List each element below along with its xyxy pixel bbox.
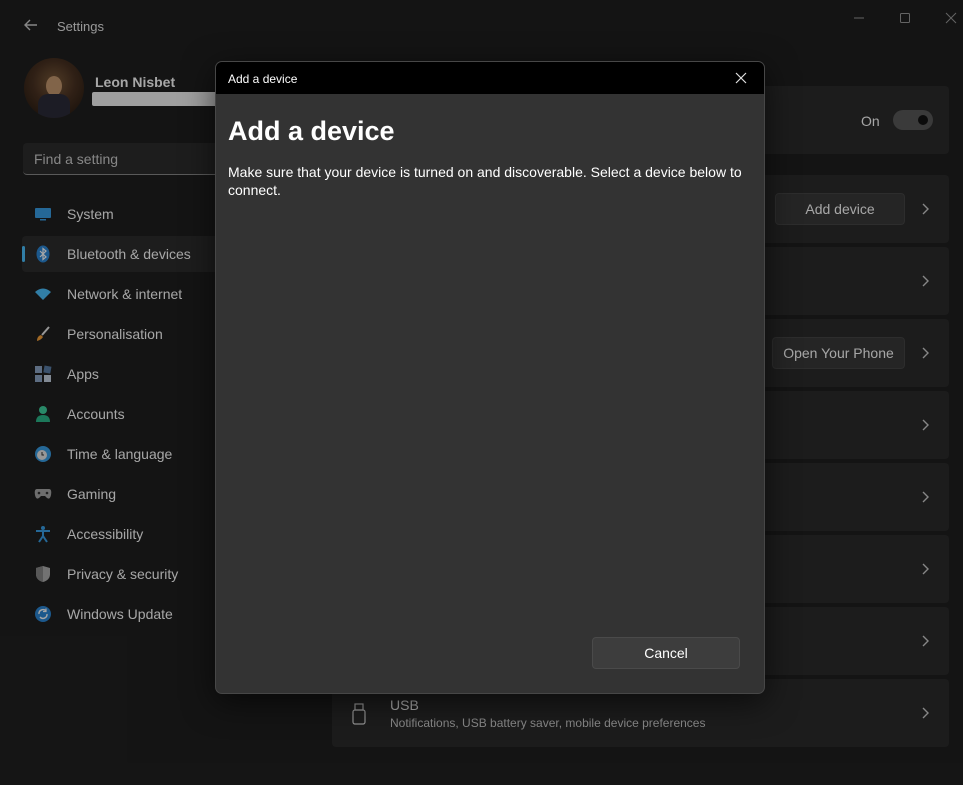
cancel-button[interactable]: Cancel [592, 637, 740, 669]
add-device-dialog: Add a device Add a device Make sure that… [215, 61, 765, 694]
dialog-heading: Add a device [228, 116, 395, 146]
dialog-title-bar: Add a device [216, 62, 764, 94]
close-icon[interactable] [734, 71, 748, 85]
dialog-title: Add a device [228, 72, 298, 86]
dialog-description: Make sure that your device is turned on … [228, 164, 742, 198]
